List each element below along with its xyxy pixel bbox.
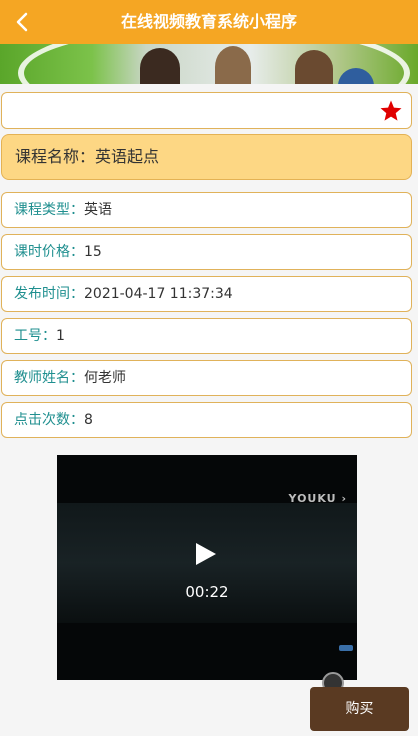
employee-id-row: 工号：1 — [1, 318, 412, 354]
fullscreen-icon[interactable] — [339, 645, 353, 651]
employee-id-value: 1 — [56, 328, 65, 344]
teacher-name-label: 教师姓名： — [14, 370, 84, 386]
video-time: 00:22 — [185, 583, 229, 601]
course-banner-image — [0, 44, 418, 84]
employee-id-label: 工号： — [14, 328, 56, 344]
click-count-row: 点击次数：8 — [1, 402, 412, 438]
price-value: 15 — [84, 244, 102, 260]
page-title: 在线视频教育系统小程序 — [120, 12, 297, 31]
click-count-label: 点击次数： — [14, 412, 84, 428]
course-type-row: 课程类型：英语 — [1, 192, 412, 228]
top-bar: 在线视频教育系统小程序 — [0, 0, 418, 44]
play-icon[interactable] — [195, 542, 217, 566]
star-icon[interactable] — [379, 99, 403, 123]
youku-watermark: YOUKU › — [288, 492, 347, 505]
teacher-name-row: 教师姓名：何老师 — [1, 360, 412, 396]
buy-button[interactable]: 购买 — [310, 687, 409, 731]
course-name-row: 课程名称：英语起点 — [1, 134, 412, 180]
publish-time-label: 发布时间： — [14, 286, 84, 302]
publish-time-value: 2021-04-17 11:37:34 — [84, 286, 233, 302]
price-label: 课时价格： — [14, 244, 84, 260]
video-player[interactable]: YOUKU › 00:22 — [57, 455, 357, 680]
publish-time-row: 发布时间：2021-04-17 11:37:34 — [1, 276, 412, 312]
course-name-value: 英语起点 — [95, 147, 160, 166]
course-name-label: 课程名称： — [15, 147, 96, 166]
click-count-value: 8 — [84, 412, 93, 428]
teacher-name-value: 何老师 — [84, 370, 126, 386]
course-type-value: 英语 — [84, 202, 112, 218]
favorite-row — [1, 92, 412, 129]
course-type-label: 课程类型： — [14, 202, 84, 218]
price-row: 课时价格：15 — [1, 234, 412, 270]
